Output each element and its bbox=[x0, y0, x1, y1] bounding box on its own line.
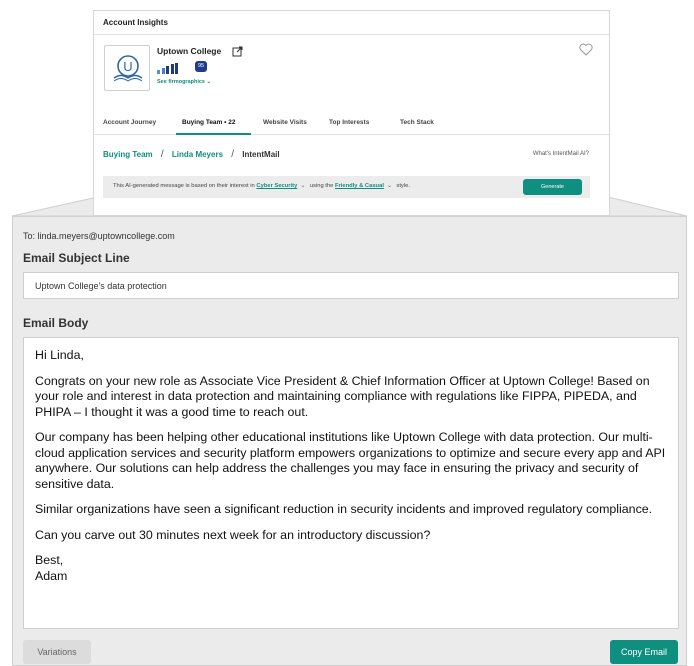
intent-score-badge: 95 bbox=[195, 61, 207, 72]
subject-field[interactable]: Uptown College's data protection bbox=[23, 272, 679, 299]
intent-bar bbox=[175, 63, 178, 74]
chevron-down-icon[interactable]: ⌄ bbox=[300, 183, 305, 189]
subject-label: Email Subject Line bbox=[23, 251, 130, 265]
logo-letter: U bbox=[123, 59, 132, 74]
tab-buying-team[interactable]: Buying Team • 22 bbox=[176, 119, 251, 135]
copy-email-button[interactable]: Copy Email bbox=[610, 640, 678, 664]
account-insights-card: Account Insights U Uptown College 95 See… bbox=[93, 10, 610, 216]
heart-icon[interactable] bbox=[579, 43, 593, 61]
breadcrumb-linda-meyers[interactable]: Linda Meyers bbox=[172, 150, 223, 159]
intent-bar bbox=[170, 64, 174, 74]
intent-bar bbox=[161, 68, 165, 74]
tab-website-visits[interactable]: Website Visits bbox=[263, 119, 307, 135]
intent-strength-bars bbox=[157, 63, 178, 74]
body-label: Email Body bbox=[23, 316, 89, 330]
email-body-field[interactable]: Hi Linda, Congrats on your new role as A… bbox=[23, 337, 679, 629]
company-name[interactable]: Uptown College bbox=[157, 46, 221, 56]
email-paragraph: Similar organizations have seen a signif… bbox=[35, 502, 653, 516]
email-signature: Adam bbox=[35, 568, 68, 583]
email-panel: To: linda.meyers@uptowncollege.com Email… bbox=[12, 216, 687, 666]
external-link-icon[interactable] bbox=[232, 44, 243, 62]
tab-tech-stack[interactable]: Tech Stack bbox=[400, 119, 434, 135]
email-paragraph: Can you carve out 30 minutes next week f… bbox=[35, 527, 431, 542]
generate-button[interactable]: Generate bbox=[523, 179, 582, 195]
breadcrumb: Buying Team / Linda Meyers / IntentMail bbox=[103, 149, 280, 160]
intent-bar bbox=[157, 70, 160, 74]
breadcrumb-buying-team[interactable]: Buying Team bbox=[103, 150, 153, 159]
banner-suffix: style. bbox=[396, 183, 410, 189]
breadcrumb-intentmail: IntentMail bbox=[242, 150, 280, 159]
ai-message-banner: This AI-generated message is based on th… bbox=[103, 176, 590, 198]
interest-dropdown[interactable]: Cyber Security bbox=[256, 183, 297, 189]
email-recipient: To: linda.meyers@uptowncollege.com bbox=[23, 231, 175, 241]
breadcrumb-separator: / bbox=[160, 149, 164, 160]
banner-middle: using the bbox=[309, 183, 334, 189]
email-paragraph: Our company has been helping other educa… bbox=[35, 430, 666, 491]
tab-top-interests[interactable]: Top Interests bbox=[329, 119, 369, 135]
card-title: Account Insights bbox=[94, 11, 609, 35]
email-greeting: Hi Linda, bbox=[35, 348, 84, 362]
intent-bar bbox=[166, 66, 169, 74]
banner-prefix: This AI-generated message is based on th… bbox=[113, 183, 255, 189]
breadcrumb-separator: / bbox=[231, 149, 235, 160]
variations-button[interactable]: Variations bbox=[23, 640, 91, 664]
see-firmographics-link[interactable]: See firmographics ⌄ bbox=[157, 79, 211, 85]
tab-account-journey[interactable]: Account Journey bbox=[103, 119, 156, 135]
chevron-down-icon[interactable]: ⌄ bbox=[387, 183, 392, 189]
college-logo-icon: U bbox=[104, 45, 150, 91]
whats-intentmail-link[interactable]: What's IntentMail AI? bbox=[533, 151, 589, 157]
email-paragraph: Congrats on your new role as Associate V… bbox=[35, 373, 650, 419]
email-closing: Best, bbox=[35, 553, 64, 567]
account-tabs: Account Journey Buying Team • 22 Website… bbox=[94, 117, 609, 135]
tone-dropdown[interactable]: Friendly & Casual bbox=[335, 183, 384, 189]
